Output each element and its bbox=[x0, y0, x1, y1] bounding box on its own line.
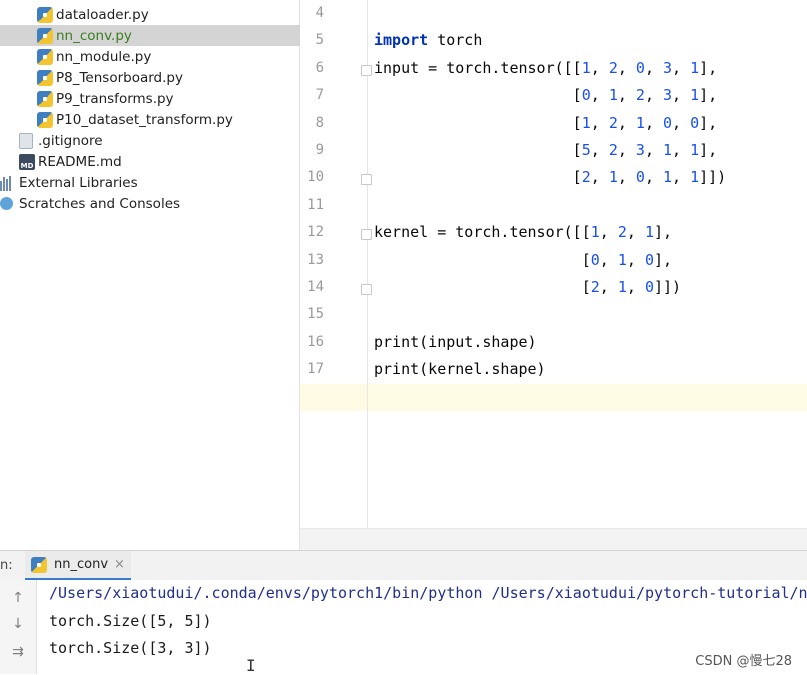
code-line: print(kernel.shape) bbox=[374, 360, 546, 379]
line-number: 15 bbox=[307, 306, 324, 323]
python-file-icon bbox=[37, 27, 53, 44]
editor-horizontal-scroll-area[interactable] bbox=[300, 528, 807, 551]
tree-item[interactable]: P9_transforms.py bbox=[0, 88, 336, 109]
line-number: 14 bbox=[307, 279, 324, 295]
run-window-label: n: bbox=[0, 558, 13, 573]
python-file-icon bbox=[37, 48, 53, 65]
line-number: 12 bbox=[307, 224, 324, 241]
tree-item[interactable]: Scratches and Consoles bbox=[0, 193, 299, 214]
line-number: 4 bbox=[315, 5, 324, 21]
tree-item[interactable]: P8_Tensorboard.py bbox=[0, 67, 336, 88]
external-libraries-icon bbox=[0, 175, 16, 191]
run-toolbar: ↑ ↓ ⇉ bbox=[0, 580, 37, 674]
scroll-up-icon[interactable]: ↑ bbox=[10, 590, 26, 606]
tree-item-label: Scratches and Consoles bbox=[19, 195, 181, 212]
line-number: 7 bbox=[315, 87, 324, 104]
code-line: [2, 1, 0]]) bbox=[374, 278, 682, 296]
console-output[interactable]: /Users/xiaotudui/.conda/envs/pytorch1/bi… bbox=[37, 580, 807, 674]
line-number: 9 bbox=[315, 142, 324, 158]
code-line: import torch bbox=[374, 31, 483, 50]
tree-item[interactable]: nn_module.py bbox=[0, 46, 336, 67]
code-editor[interactable]: import torch input = torch.tensor([[1, 2,… bbox=[368, 0, 807, 528]
line-number: 5 bbox=[315, 32, 324, 49]
soft-wrap-icon[interactable]: ⇉ bbox=[10, 644, 26, 660]
code-line: [1, 2, 1, 0, 0], bbox=[374, 113, 718, 132]
text-cursor-icon: I bbox=[246, 656, 256, 675]
tree-item[interactable]: dataloader.py bbox=[0, 4, 336, 25]
code-line: [0, 1, 0], bbox=[374, 250, 673, 269]
project-tree: dataloader.py nn_conv.py nn_module.py P8_Te… bbox=[0, 0, 336, 550]
code-line: [2, 1, 0, 1, 1]]) bbox=[374, 168, 727, 187]
code-line: kernel = torch.tensor([[1, 2, 1], bbox=[374, 223, 673, 242]
watermark: CSDN @慢七28 bbox=[695, 654, 792, 669]
line-number: 13 bbox=[307, 251, 324, 268]
tree-item-label: nn_conv.py bbox=[56, 27, 132, 44]
line-number: 10 bbox=[307, 169, 324, 186]
python-file-icon bbox=[37, 90, 53, 107]
line-number: 6 bbox=[315, 59, 324, 76]
tree-item-label: README.md bbox=[38, 153, 122, 170]
markdown-file-icon: MD bbox=[19, 153, 35, 170]
python-file-icon bbox=[31, 556, 47, 573]
python-file-icon bbox=[37, 6, 53, 23]
tree-item-label: nn_module.py bbox=[56, 48, 152, 65]
tree-item[interactable]: nn_conv.py bbox=[0, 25, 336, 46]
scroll-down-icon[interactable]: ↓ bbox=[10, 616, 26, 632]
code-line: [5, 2, 3, 1, 1], bbox=[374, 141, 718, 159]
tree-item-label: P8_Tensorboard.py bbox=[56, 69, 183, 86]
tree-item-label: .gitignore bbox=[38, 132, 103, 149]
close-icon[interactable]: × bbox=[114, 557, 125, 572]
code-line: [0, 1, 2, 3, 1], bbox=[374, 86, 718, 105]
code-line: input = torch.tensor([[1, 2, 0, 3, 1], bbox=[374, 58, 718, 77]
tree-item[interactable]: External Libraries bbox=[0, 172, 299, 193]
run-tab-label: nn_conv bbox=[54, 557, 109, 572]
tree-item-label: dataloader.py bbox=[56, 6, 149, 23]
tree-item[interactable]: P10_dataset_transform.py bbox=[0, 109, 336, 130]
console-line: torch.Size([3, 3]) bbox=[49, 639, 212, 657]
line-number: 8 bbox=[315, 114, 324, 131]
editor-gutter: 456789101112131415161718 bbox=[300, 0, 372, 528]
current-line-gutter-highlight bbox=[300, 384, 367, 411]
gitignore-file-icon bbox=[19, 132, 33, 149]
line-number: 17 bbox=[307, 361, 324, 378]
line-number: 11 bbox=[307, 196, 324, 213]
tree-item-label: P9_transforms.py bbox=[56, 90, 174, 107]
python-file-icon bbox=[37, 111, 53, 128]
tree-item-label: External Libraries bbox=[19, 174, 138, 191]
run-tab-nn-conv[interactable]: nn_conv × bbox=[25, 551, 131, 581]
scratches-icon bbox=[0, 197, 13, 210]
console-line: torch.Size([5, 5]) bbox=[49, 611, 212, 630]
python-file-icon bbox=[37, 69, 53, 86]
line-number: 16 bbox=[307, 333, 324, 350]
console-line: /Users/xiaotudui/.conda/envs/pytorch1/bi… bbox=[49, 584, 807, 602]
tree-item[interactable]: .gitignore bbox=[0, 130, 318, 151]
tree-item-label: P10_dataset_transform.py bbox=[56, 111, 233, 128]
run-window-header: n: nn_conv × bbox=[0, 550, 807, 581]
tree-item[interactable]: MD README.md bbox=[0, 151, 318, 172]
code-line: print(input.shape) bbox=[374, 332, 537, 351]
